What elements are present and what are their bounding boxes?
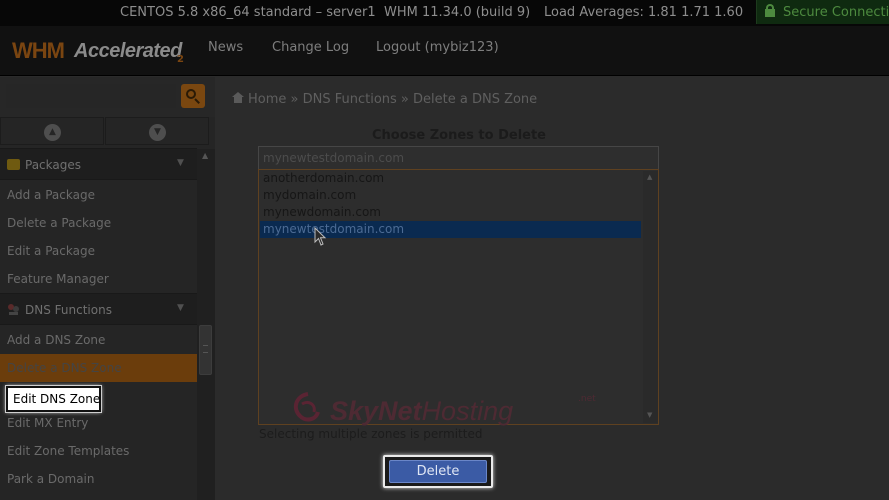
sidebar-item-edit-zone-templates[interactable]: Edit Zone Templates bbox=[0, 437, 197, 465]
sidebar-scrollbar[interactable]: ▲ bbox=[197, 149, 215, 500]
search-button[interactable] bbox=[181, 84, 205, 108]
server-info: CENTOS 5.8 x86_64 standard – server1 bbox=[120, 5, 376, 20]
sidebar-group-packages[interactable]: Packages ▼ bbox=[0, 148, 197, 180]
selected-zone-field[interactable]: mynewtestdomain.com bbox=[258, 146, 659, 170]
sidebar-search bbox=[0, 77, 215, 117]
mouse-cursor-icon bbox=[314, 227, 327, 246]
sidebar-scroll-controls: ▲ ▼ bbox=[0, 117, 215, 147]
scroll-down-arrow-icon: ▼ bbox=[647, 411, 653, 419]
sidebar-item-edit-mx-entry[interactable]: Edit MX Entry bbox=[0, 409, 197, 437]
sidebar-item-edit-package[interactable]: Edit a Package bbox=[0, 237, 197, 265]
zone-option[interactable]: mynewdomain.com bbox=[260, 204, 641, 221]
watermark-swirl-icon bbox=[293, 392, 320, 422]
sidebar-group-dns-functions[interactable]: DNS Functions ▼ bbox=[0, 293, 197, 325]
chevron-down-icon: ▼ bbox=[177, 158, 184, 168]
zone-select-list[interactable]: anotherdomain.com mydomain.com mynewdoma… bbox=[258, 169, 659, 425]
sidebar-item-delete-dns-zone[interactable]: Delete a DNS Zone bbox=[0, 354, 197, 382]
zone-option[interactable]: anotherdomain.com bbox=[260, 170, 641, 187]
breadcrumb: Home » DNS Functions » Delete a DNS Zone bbox=[215, 77, 889, 117]
scroll-down-button[interactable]: ▼ bbox=[105, 117, 209, 145]
arrow-up-icon: ▲ bbox=[44, 124, 61, 141]
sidebar-item-delete-package[interactable]: Delete a Package bbox=[0, 209, 197, 237]
sidebar-item-add-package[interactable]: Add a Package bbox=[0, 181, 197, 209]
lock-icon bbox=[765, 4, 775, 17]
whm-version: WHM 11.34.0 (build 9) bbox=[384, 5, 531, 20]
sidebar-item-edit-dns-zone-highlighted[interactable]: Edit DNS Zone bbox=[5, 385, 102, 413]
load-averages: Load Averages: 1.81 1.71 1.60 bbox=[544, 5, 744, 20]
delete-button-label: Delete bbox=[389, 460, 487, 483]
scroll-up-button[interactable]: ▲ bbox=[0, 117, 104, 145]
status-bar: CENTOS 5.8 x86_64 standard – server1 WHM… bbox=[0, 0, 889, 26]
sidebar: ▲ ▼ Packages ▼ Add a Package Delete a Pa… bbox=[0, 117, 215, 500]
chevron-down-icon: ▼ bbox=[177, 303, 184, 313]
breadcrumb-text[interactable]: Home » DNS Functions » Delete a DNS Zone bbox=[248, 92, 537, 107]
nav-changelog-link[interactable]: Change Log bbox=[272, 40, 349, 55]
helper-text: Selecting multiple zones is permitted bbox=[259, 427, 483, 441]
dns-icon bbox=[8, 304, 19, 315]
scrollbar-thumb[interactable] bbox=[199, 325, 212, 375]
header: WHM Accelerated 2 News Change Log Logout… bbox=[0, 26, 889, 76]
scroll-up-arrow-icon: ▲ bbox=[202, 151, 209, 160]
home-icon[interactable] bbox=[232, 92, 244, 103]
delete-button[interactable]: Delete bbox=[383, 455, 493, 488]
zone-option[interactable]: mydomain.com bbox=[260, 187, 641, 204]
secure-connection-badge: Secure Connection bbox=[756, 0, 889, 24]
scroll-up-arrow-icon: ▲ bbox=[647, 173, 653, 181]
whm-logo[interactable]: WHM Accelerated 2 bbox=[12, 36, 187, 68]
page-title: Choose Zones to Delete bbox=[371, 128, 546, 143]
package-icon bbox=[7, 159, 20, 170]
zone-list-scrollbar[interactable]: ▲ ▼ bbox=[643, 171, 658, 423]
sidebar-item-park-domain[interactable]: Park a Domain bbox=[0, 465, 197, 493]
sidebar-item-add-dns-zone[interactable]: Add a DNS Zone bbox=[0, 326, 197, 354]
nav-news-link[interactable]: News bbox=[208, 40, 243, 55]
sidebar-item-feature-manager[interactable]: Feature Manager bbox=[0, 265, 197, 293]
nav-logout-link[interactable]: Logout (mybiz123) bbox=[376, 40, 499, 55]
arrow-down-icon: ▼ bbox=[149, 124, 166, 141]
search-input[interactable] bbox=[6, 84, 176, 108]
